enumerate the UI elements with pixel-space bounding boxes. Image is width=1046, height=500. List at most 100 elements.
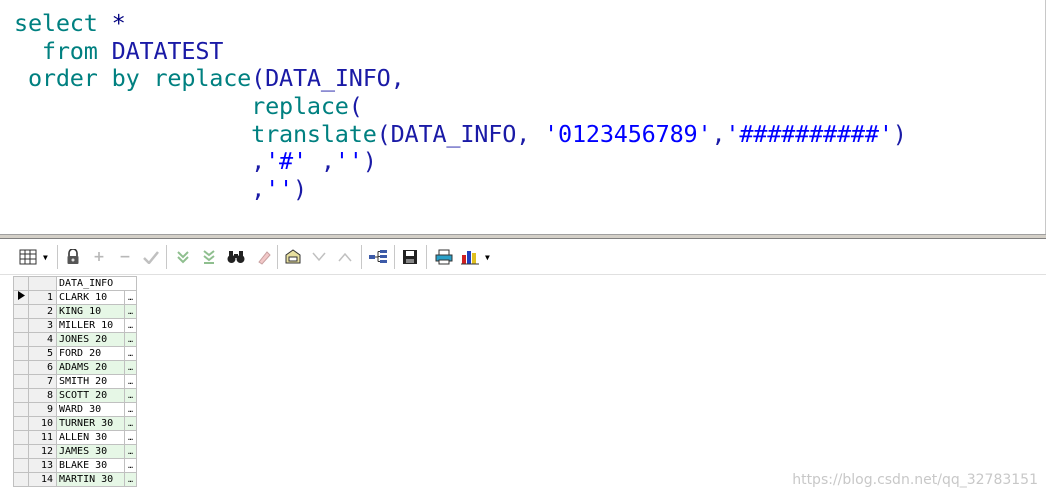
- query-by-example-icon[interactable]: [283, 247, 303, 267]
- data-info-cell[interactable]: WARD 30: [56, 402, 125, 417]
- grid-view-dropdown-icon[interactable]: ▼: [43, 253, 48, 262]
- table-row[interactable]: 8 SCOTT 20…: [13, 388, 137, 403]
- lock-icon[interactable]: [63, 247, 83, 267]
- row-indicator[interactable]: [13, 388, 29, 403]
- data-info-cell[interactable]: CLARK 10: [56, 290, 125, 305]
- table-row[interactable]: 13 BLAKE 30…: [13, 458, 137, 473]
- delete-record-icon[interactable]: −: [115, 247, 135, 267]
- sql-line[interactable]: replace(: [14, 92, 907, 121]
- row-indicator[interactable]: [13, 332, 29, 347]
- data-info-cell[interactable]: SCOTT 20: [56, 388, 125, 403]
- cell-editor-button[interactable]: …: [124, 346, 137, 361]
- row-indicator[interactable]: [13, 360, 29, 375]
- data-info-cell[interactable]: KING 10: [56, 304, 125, 319]
- row-indicator[interactable]: [13, 472, 29, 487]
- cell-editor-button[interactable]: …: [124, 374, 137, 389]
- row-indicator[interactable]: [13, 458, 29, 473]
- data-info-cell[interactable]: ALLEN 30: [56, 430, 125, 445]
- data-info-cell[interactable]: MILLER 10: [56, 318, 125, 333]
- data-info-cell[interactable]: JAMES 30: [56, 444, 125, 459]
- row-number: 12: [28, 444, 57, 459]
- sql-code[interactable]: select * from DATATEST order by replace(…: [14, 9, 907, 204]
- export-tree-icon[interactable]: [368, 247, 388, 267]
- table-row[interactable]: 5 FORD 20…: [13, 346, 137, 361]
- print-icon[interactable]: [434, 247, 454, 267]
- previous-record-icon[interactable]: [335, 247, 355, 267]
- sql-line[interactable]: translate(DATA_INFO, '0123456789','#####…: [14, 119, 907, 149]
- row-indicator[interactable]: [13, 304, 29, 319]
- current-row-indicator-icon[interactable]: [13, 290, 29, 305]
- data-info-cell[interactable]: TURNER 30: [56, 416, 125, 431]
- cell-editor-button[interactable]: …: [124, 444, 137, 459]
- toolbar-separator: [426, 245, 428, 269]
- cell-editor-button[interactable]: …: [124, 472, 137, 487]
- results-grid: DATA_INFO 1 CLARK 10… 2 KING 10… 3 MILLER 10……: [13, 276, 137, 487]
- sql-token: replace: [14, 92, 349, 121]
- row-indicator[interactable]: [13, 402, 29, 417]
- table-row[interactable]: 1 CLARK 10…: [13, 290, 137, 305]
- sql-token: ): [892, 119, 907, 148]
- cell-editor-button[interactable]: …: [124, 416, 137, 431]
- sql-line[interactable]: select *: [14, 9, 907, 38]
- row-indicator[interactable]: [13, 416, 29, 431]
- cell-editor-button[interactable]: …: [124, 430, 137, 445]
- data-info-cell[interactable]: JONES 20: [56, 332, 125, 347]
- post-changes-icon[interactable]: [141, 247, 161, 267]
- table-row[interactable]: 14 MARTIN 30…: [13, 472, 137, 487]
- table-row[interactable]: 11 ALLEN 30…: [13, 430, 137, 445]
- cell-editor-button[interactable]: …: [124, 458, 137, 473]
- fetch-last-icon[interactable]: [199, 247, 219, 267]
- data-info-cell[interactable]: BLAKE 30: [56, 458, 125, 473]
- column-header-data-info[interactable]: DATA_INFO: [56, 276, 137, 291]
- data-info-cell[interactable]: FORD 20: [56, 346, 125, 361]
- sql-token: ): [362, 147, 377, 176]
- row-indicator[interactable]: [13, 444, 29, 459]
- sql-token: from: [14, 36, 112, 65]
- row-indicator[interactable]: [13, 430, 29, 445]
- chart-dropdown-icon[interactable]: ▼: [485, 253, 490, 262]
- chart-icon[interactable]: [460, 247, 480, 267]
- sql-line[interactable]: ,''): [14, 175, 907, 204]
- table-row[interactable]: 7 SMITH 20…: [13, 374, 137, 389]
- table-row[interactable]: 12 JAMES 30…: [13, 444, 137, 459]
- data-info-cell[interactable]: SMITH 20: [56, 374, 125, 389]
- cell-editor-button[interactable]: …: [124, 360, 137, 375]
- find-icon[interactable]: [226, 247, 246, 267]
- data-info-cell[interactable]: ADAMS 20: [56, 360, 125, 375]
- table-row[interactable]: 6 ADAMS 20…: [13, 360, 137, 375]
- cell-editor-button[interactable]: …: [124, 318, 137, 333]
- table-row[interactable]: 4 JONES 20…: [13, 332, 137, 347]
- row-indicator[interactable]: [13, 318, 29, 333]
- data-info-cell[interactable]: MARTIN 30: [56, 472, 125, 487]
- table-row[interactable]: 10 TURNER 30…: [13, 416, 137, 431]
- sql-token: ,: [14, 147, 266, 176]
- cell-editor-button[interactable]: …: [124, 304, 137, 319]
- next-record-icon[interactable]: [309, 247, 329, 267]
- row-indicator[interactable]: [13, 374, 29, 389]
- sql-token: ,: [14, 175, 266, 204]
- cell-editor-button[interactable]: …: [124, 388, 137, 403]
- toolbar-separator: [361, 245, 363, 269]
- clear-icon[interactable]: [254, 247, 274, 267]
- sql-token: (: [348, 92, 363, 121]
- add-record-icon[interactable]: +: [89, 247, 109, 267]
- table-row[interactable]: 2 KING 10…: [13, 304, 137, 319]
- sql-line[interactable]: order by replace(DATA_INFO,: [14, 65, 907, 93]
- grid-view-icon[interactable]: [18, 247, 38, 267]
- sql-editor[interactable]: select * from DATATEST order by replace(…: [0, 0, 1046, 236]
- row-number: 7: [28, 374, 57, 389]
- save-icon[interactable]: [400, 247, 420, 267]
- sql-token: (DATA_INFO,: [251, 64, 405, 93]
- cell-editor-button[interactable]: …: [124, 402, 137, 417]
- row-number: 5: [28, 346, 57, 361]
- table-row[interactable]: 9 WARD 30…: [13, 402, 137, 417]
- row-indicator[interactable]: [13, 346, 29, 361]
- cell-editor-button[interactable]: …: [124, 290, 137, 305]
- table-row[interactable]: 3 MILLER 10…: [13, 318, 137, 333]
- sql-line[interactable]: from DATATEST: [14, 36, 907, 66]
- row-number: 4: [28, 332, 57, 347]
- sql-line[interactable]: ,'#' ,''): [14, 148, 907, 176]
- sql-token: *: [111, 9, 126, 37]
- fetch-next-icon[interactable]: [173, 247, 193, 267]
- cell-editor-button[interactable]: …: [124, 332, 137, 347]
